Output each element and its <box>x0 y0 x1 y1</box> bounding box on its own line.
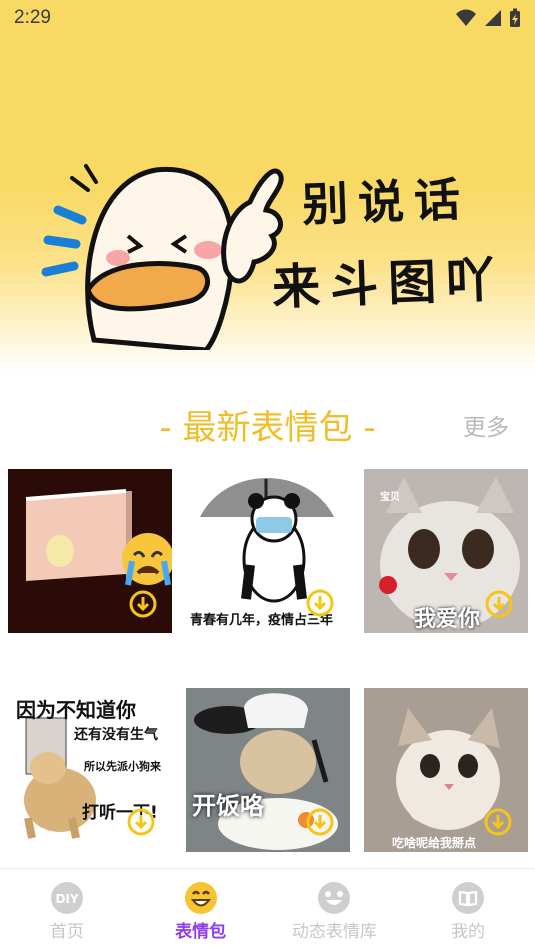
smile-face-icon <box>318 882 351 914</box>
wifi-icon <box>456 9 476 26</box>
book-icon <box>452 882 485 914</box>
diy-icon: DIY <box>50 882 83 914</box>
diy-icon-text: DIY <box>55 892 78 906</box>
nav-label: 我的 <box>451 922 486 942</box>
sticker-caption: 吃啥呢给我掰点 <box>392 836 477 850</box>
sticker-caption: 开饭咯 <box>192 792 264 820</box>
cellular-signal-icon <box>485 10 501 26</box>
duck-mascot-illustration <box>41 164 284 350</box>
more-link[interactable]: 更多 <box>463 408 509 442</box>
nav-item-home[interactable]: DIY 首页 <box>0 869 134 952</box>
hero-banner[interactable]: 别说话 来斗图吖 <box>0 0 535 380</box>
download-icon[interactable] <box>306 808 334 836</box>
status-bar: 2:29 <box>0 0 535 36</box>
title-dash-right: - <box>363 408 376 448</box>
download-icon[interactable] <box>485 590 513 618</box>
nav-item-mine[interactable]: 我的 <box>401 869 535 952</box>
sticker-card[interactable]: 青春有几年，疫情占三年 <box>186 469 350 633</box>
nav-label: 动态表情库 <box>291 922 377 942</box>
sticker-caption-line: 所以先派小狗来 <box>84 760 161 773</box>
section-title: 最新表情包 <box>182 408 353 448</box>
section-header: - 最新表情包 - <box>0 400 535 449</box>
download-icon[interactable] <box>127 808 155 836</box>
download-icon[interactable] <box>129 590 157 618</box>
sticker-badge: 宝贝 <box>380 492 400 503</box>
status-time: 2:29 <box>14 7 51 28</box>
download-icon[interactable] <box>306 589 334 617</box>
sticker-card[interactable]: 开饭咯 <box>186 688 350 852</box>
nav-label: 首页 <box>49 922 84 942</box>
nav-item-stickers[interactable]: 表情包 <box>134 869 268 952</box>
sticker-card[interactable]: 吃啥呢给我掰点 <box>364 688 528 852</box>
sticker-caption: 我爱你 <box>414 607 481 632</box>
banner-text-line2: 来斗图吖 <box>271 251 506 317</box>
battery-charging-icon <box>510 8 520 27</box>
smile-emoji-icon <box>184 882 217 914</box>
sticker-card[interactable]: 宝贝 我爱你 <box>364 469 528 633</box>
nav-item-gif-library[interactable]: 动态表情库 <box>268 869 402 952</box>
banner-text-line1: 别说话 <box>301 172 471 232</box>
title-dash-left: - <box>159 408 172 448</box>
sticker-caption-line: 因为不知道你 <box>16 698 136 722</box>
nav-label: 表情包 <box>175 922 227 942</box>
bottom-nav: DIY 首页 表情包 动态表情库 我的 <box>0 868 535 952</box>
sticker-card[interactable] <box>8 469 172 633</box>
download-icon[interactable] <box>484 808 512 836</box>
sticker-caption-line: 还有没有生气 <box>74 727 158 743</box>
sticker-card[interactable]: 因为不知道你 还有没有生气 所以先派小狗来 打听一下! <box>8 688 172 852</box>
status-icons <box>455 8 521 28</box>
